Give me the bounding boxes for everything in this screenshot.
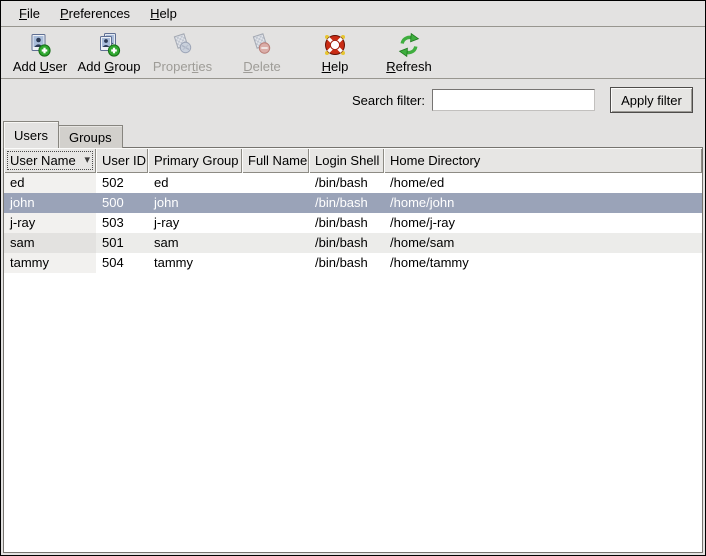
tab-groups[interactable]: Groups <box>59 125 123 148</box>
table-cell: /bin/bash <box>309 253 384 273</box>
column-header-label: Primary Group <box>154 153 239 168</box>
table-cell: /home/j-ray <box>384 213 702 233</box>
tab-users[interactable]: Users <box>3 121 59 148</box>
search-filter-input[interactable] <box>432 89 595 111</box>
table-cell: sam <box>148 233 242 253</box>
users-table: User Name ▾ User ID Primary Group Full Name L… <box>4 148 702 273</box>
add-user-button[interactable]: Add User <box>9 30 71 74</box>
table-cell: /home/john <box>384 193 702 213</box>
column-header-full-name[interactable]: Full Name <box>242 148 309 173</box>
table-row-john[interactable]: john500john/bin/bash/home/john <box>4 193 702 213</box>
table-cell: j-ray <box>4 213 96 233</box>
menu-item-file[interactable]: File <box>9 3 50 24</box>
table-cell: 504 <box>96 253 148 273</box>
column-header-home-directory[interactable]: Home Directory <box>384 148 702 173</box>
table-cell <box>242 173 309 193</box>
table-header-row: User Name ▾ User ID Primary Group Full Name L… <box>4 148 702 173</box>
column-header-label: Home Directory <box>390 153 480 168</box>
refresh-button[interactable]: Refresh <box>382 30 436 74</box>
table-cell: /home/sam <box>384 233 702 253</box>
table-cell: /bin/bash <box>309 233 384 253</box>
add-user-label: Add User <box>13 59 67 74</box>
toolbar: Add User Add Group <box>1 28 705 79</box>
table-cell: /bin/bash <box>309 213 384 233</box>
table-cell: ed <box>4 173 96 193</box>
table-cell: john <box>148 193 242 213</box>
column-header-label: Full Name <box>248 153 307 168</box>
column-header-label: User Name <box>10 153 76 168</box>
table-cell <box>242 193 309 213</box>
table-cell: tammy <box>148 253 242 273</box>
column-header-user-id[interactable]: User ID <box>96 148 148 173</box>
users-table-frame: User Name ▾ User ID Primary Group Full Name L… <box>3 147 703 553</box>
menu-item-help[interactable]: Help <box>140 3 187 24</box>
table-cell <box>242 253 309 273</box>
table-cell: /bin/bash <box>309 193 384 213</box>
table-cell: j-ray <box>148 213 242 233</box>
table-cell: sam <box>4 233 96 253</box>
table-row-j-ray[interactable]: j-ray503j-ray/bin/bash/home/j-ray <box>4 213 702 233</box>
user-manager-window: File Preferences Help Add User <box>0 0 706 556</box>
search-filter-label: Search filter: <box>352 93 425 108</box>
table-cell: 502 <box>96 173 148 193</box>
refresh-icon <box>396 30 422 59</box>
table-cell: 500 <box>96 193 148 213</box>
help-button[interactable]: Help <box>317 30 353 74</box>
table-cell: john <box>4 193 96 213</box>
table-row-ed[interactable]: ed502ed/bin/bash/home/ed <box>4 173 702 193</box>
column-header-primary-group[interactable]: Primary Group <box>148 148 242 173</box>
table-row-sam[interactable]: sam501sam/bin/bash/home/sam <box>4 233 702 253</box>
table-row-tammy[interactable]: tammy504tammy/bin/bash/home/tammy <box>4 253 702 273</box>
table-cell: /home/tammy <box>384 253 702 273</box>
help-label: Help <box>322 59 349 74</box>
delete-icon <box>249 30 275 59</box>
table-cell <box>242 213 309 233</box>
column-header-login-shell[interactable]: Login Shell <box>309 148 384 173</box>
menu-item-preferences[interactable]: Preferences <box>50 3 140 24</box>
apply-filter-button[interactable]: Apply filter <box>610 87 693 113</box>
menubar: File Preferences Help <box>1 1 705 27</box>
search-filter-row: Search filter: Apply filter <box>1 85 705 115</box>
table-cell: ed <box>148 173 242 193</box>
column-header-label: Login Shell <box>315 153 379 168</box>
properties-button[interactable]: Properties <box>151 30 214 74</box>
delete-label: Delete <box>243 59 281 74</box>
add-group-icon <box>96 30 122 59</box>
column-header-label: User ID <box>102 153 146 168</box>
help-icon <box>322 30 348 59</box>
table-cell <box>242 233 309 253</box>
properties-label: Properties <box>153 59 212 74</box>
properties-icon <box>170 30 196 59</box>
table-cell: /bin/bash <box>309 173 384 193</box>
add-group-button[interactable]: Add Group <box>76 30 142 74</box>
table-cell: /home/ed <box>384 173 702 193</box>
add-user-icon <box>27 30 53 59</box>
refresh-label: Refresh <box>386 59 432 74</box>
column-header-user-name[interactable]: User Name ▾ <box>4 148 96 173</box>
add-group-label: Add Group <box>78 59 141 74</box>
table-cell: tammy <box>4 253 96 273</box>
sort-arrow-icon: ▾ <box>84 153 90 166</box>
tab-bar: Users Groups <box>3 121 123 148</box>
table-cell: 501 <box>96 233 148 253</box>
delete-button[interactable]: Delete <box>238 30 286 74</box>
table-cell: 503 <box>96 213 148 233</box>
